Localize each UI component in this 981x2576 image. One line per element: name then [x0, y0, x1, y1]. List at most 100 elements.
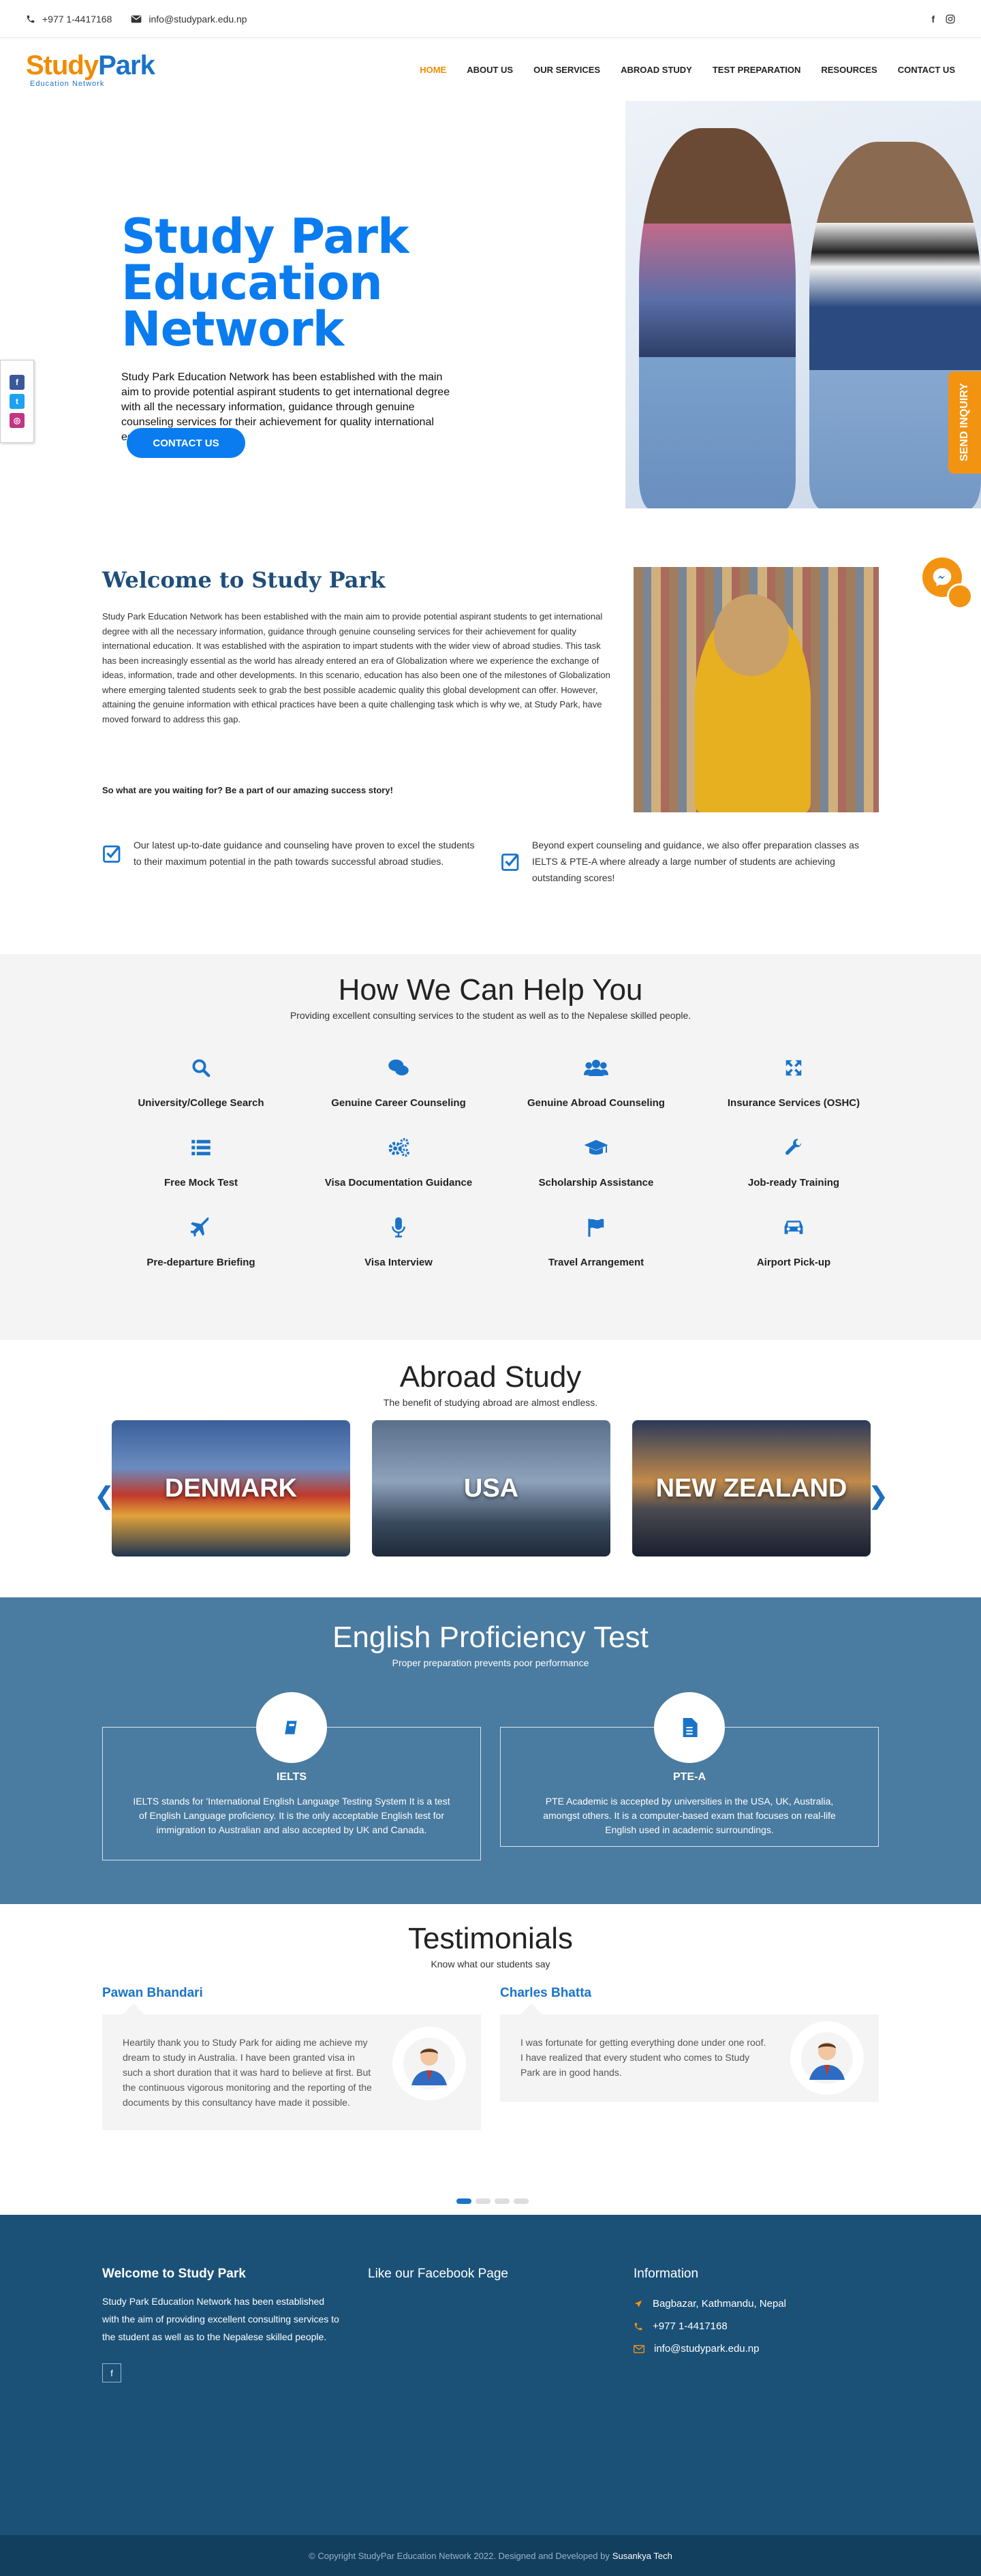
country-name: DENMARK — [164, 1473, 298, 1503]
twitter-share-icon[interactable]: t — [10, 394, 25, 409]
carousel-dots — [456, 2198, 529, 2204]
messenger-icon — [931, 566, 953, 588]
service-item[interactable]: Visa Interview — [300, 1216, 497, 1268]
nav-home[interactable]: HOME — [420, 65, 446, 75]
check-item-guidance: Our latest up-to-date guidance and couns… — [102, 837, 484, 870]
service-item[interactable]: Genuine Career Counseling — [300, 1056, 497, 1109]
nav-our-services[interactable]: OUR SERVICES — [533, 65, 600, 75]
service-item[interactable]: Scholarship Assistance — [497, 1136, 695, 1189]
testimonial-card: Charles Bhatta I was fortunate for getti… — [500, 1986, 879, 2102]
footer-facebook-button[interactable]: f — [102, 2363, 121, 2382]
book-icon — [256, 1692, 327, 1763]
service-item[interactable]: Job-ready Training — [695, 1136, 892, 1189]
country-card-new-zealand[interactable]: NEW ZEALAND — [632, 1420, 871, 1557]
nav-abroad-study[interactable]: ABROAD STUDY — [621, 65, 692, 75]
services-title: How We Can Help You — [338, 973, 643, 1007]
instagram-share-icon[interactable]: ◎ — [10, 413, 25, 428]
messenger-badge — [947, 583, 973, 609]
instagram-icon[interactable] — [946, 14, 955, 24]
footer-facebook-title: Like our Facebook Page — [368, 2267, 508, 2281]
envelope-icon — [131, 14, 142, 24]
wrench-icon — [783, 1136, 804, 1159]
service-item[interactable]: Airport Pick-up — [695, 1216, 892, 1268]
facebook-icon[interactable]: f — [931, 14, 935, 25]
country-card-denmark[interactable]: DENMARK — [112, 1420, 350, 1557]
facebook-share-icon[interactable]: f — [10, 375, 25, 390]
footer-phone[interactable]: +977 1-4417168 — [634, 2320, 786, 2332]
carousel-dot[interactable] — [495, 2198, 510, 2204]
footer-info-title: Information — [634, 2267, 699, 2281]
messenger-chat-button[interactable] — [922, 557, 973, 609]
nav-test-preparation[interactable]: TEST PREPARATION — [713, 65, 801, 75]
checkbox-icon — [501, 837, 521, 886]
email-contact[interactable]: info@studypark.edu.np — [131, 14, 247, 25]
service-item[interactable]: Pre-departure Briefing — [102, 1216, 300, 1268]
service-label: Pre-departure Briefing — [146, 1257, 255, 1268]
service-item[interactable]: Insurance Services (OSHC) — [695, 1056, 892, 1109]
chat-icon — [388, 1056, 409, 1079]
carousel-next-arrow[interactable]: ❯ — [868, 1482, 888, 1510]
testimonial-card: Pawan Bhandari Heartily thank you to Stu… — [102, 1986, 481, 2130]
phone-contact[interactable]: +977 1-4417168 — [26, 14, 112, 25]
hero-contact-button[interactable]: CONTACT US — [127, 428, 245, 458]
avatar — [790, 2021, 864, 2095]
hero-title: Study Park Education Network — [121, 213, 612, 357]
footer-email[interactable]: info@studypark.edu.np — [634, 2343, 786, 2355]
site-header: StudyPark Education Network HOME ABOUT U… — [0, 38, 981, 101]
nav-about-us[interactable]: ABOUT US — [467, 65, 513, 75]
check-item-text: Beyond expert counseling and guidance, w… — [532, 840, 859, 883]
test-card-ielts[interactable]: IELTS IELTS stands for 'International En… — [102, 1692, 481, 1860]
service-label: Airport Pick-up — [756, 1257, 831, 1268]
developer-link[interactable]: Susankya Tech — [612, 2551, 672, 2561]
microphone-icon — [390, 1216, 407, 1239]
site-footer: Welcome to Study Park Study Park Educati… — [0, 2215, 981, 2535]
send-inquiry-tab[interactable]: SEND INQUIRY — [948, 371, 981, 474]
carousel-dot[interactable] — [476, 2198, 490, 2204]
hero-students-image — [625, 101, 981, 508]
phone-icon — [634, 2322, 643, 2331]
hero-section: Study Park Education Network Study Park … — [0, 101, 981, 508]
avatar — [392, 2027, 466, 2100]
abroad-study-section: Abroad Study The benefit of studying abr… — [0, 1340, 981, 1597]
graduation-cap-icon — [583, 1136, 609, 1159]
service-item[interactable]: Free Mock Test — [102, 1136, 300, 1189]
testimonial-text: Heartily thank you to Study Park for aid… — [123, 2037, 372, 2108]
service-item[interactable]: Genuine Abroad Counseling — [497, 1056, 695, 1109]
country-card-usa[interactable]: USA — [372, 1420, 610, 1557]
carousel-dot[interactable] — [514, 2198, 529, 2204]
services-section: How We Can Help You Providing excellent … — [0, 954, 981, 1340]
testimonial-text: I was fortunate for getting everything d… — [520, 2037, 766, 2078]
nav-resources[interactable]: RESOURCES — [821, 65, 877, 75]
top-bar: +977 1-4417168 info@studypark.edu.np f — [0, 0, 981, 38]
document-icon — [654, 1692, 725, 1763]
service-item[interactable]: Visa Documentation Guidance — [300, 1136, 497, 1189]
service-label: Scholarship Assistance — [538, 1177, 654, 1189]
flag-icon — [586, 1216, 606, 1239]
english-title: English Proficiency Test — [332, 1621, 649, 1654]
welcome-reading-girl-image — [634, 567, 879, 812]
hero-title-line2: Education Network — [121, 255, 383, 357]
service-item[interactable]: Travel Arrangement — [497, 1216, 695, 1268]
users-icon — [584, 1056, 608, 1079]
test-name: IELTS — [276, 1771, 307, 1783]
welcome-cta-text: So what are you waiting for? Be a part o… — [102, 785, 393, 795]
carousel-dot[interactable] — [456, 2198, 471, 2204]
english-test-section: English Proficiency Test Proper preparat… — [0, 1597, 981, 1904]
nav-contact-us[interactable]: CONTACT US — [898, 65, 955, 75]
floating-social-bar: f t ◎ — [0, 360, 34, 443]
services-grid: University/College Search Genuine Career … — [102, 1056, 892, 1268]
footer-email-text: info@studypark.edu.np — [654, 2343, 760, 2355]
country-name: USA — [463, 1473, 519, 1503]
service-item[interactable]: University/College Search — [102, 1056, 300, 1109]
testimonials-subtitle: Know what our students say — [431, 1959, 550, 1969]
country-name: NEW ZEALAND — [655, 1473, 847, 1503]
logo-word-study: Study — [26, 50, 99, 80]
check-item-text: Our latest up-to-date guidance and couns… — [134, 840, 475, 867]
test-description: PTE Academic is accepted by universities… — [543, 1796, 836, 1835]
site-logo[interactable]: StudyPark Education Network — [26, 52, 155, 88]
service-label: Job-ready Training — [747, 1177, 840, 1189]
footer-about-text: Study Park Education Network has been es… — [102, 2296, 339, 2342]
test-card-pte[interactable]: PTE-A PTE Academic is accepted by univer… — [500, 1692, 879, 1847]
testimonial-author: Pawan Bhandari — [102, 1986, 203, 2000]
test-description: IELTS stands for 'International English … — [133, 1796, 450, 1835]
